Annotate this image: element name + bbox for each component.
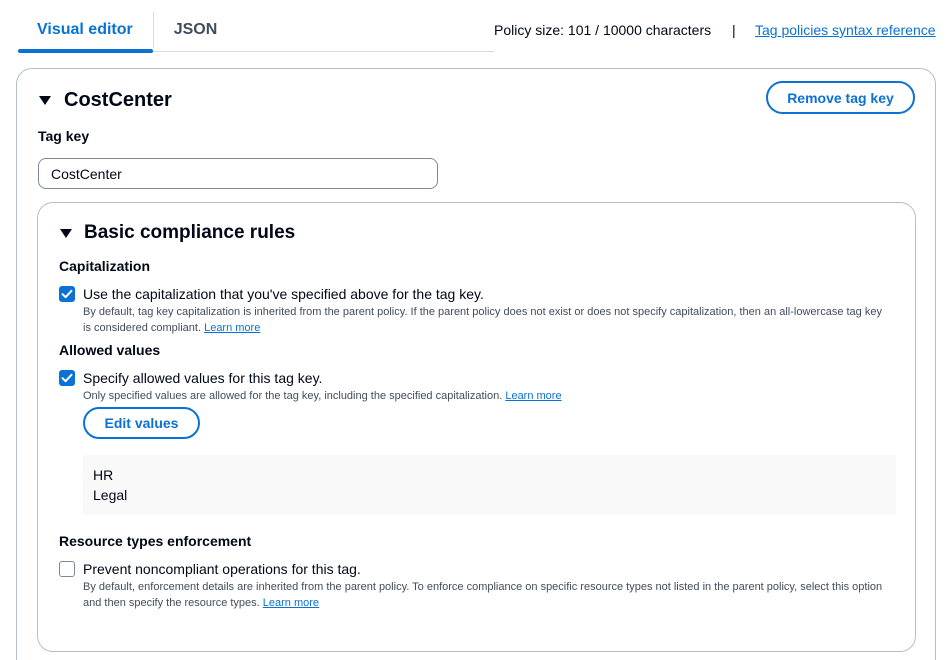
tab-json[interactable]: JSON (154, 8, 238, 52)
separator: | (732, 22, 736, 38)
capitalization-checkbox-label: Use the capitalization that you've speci… (83, 286, 484, 302)
editor-tabs: Visual editor JSON (18, 8, 494, 53)
allowed-values-description-text: Only specified values are allowed for th… (83, 390, 503, 402)
capitalization-checkbox[interactable] (59, 286, 75, 302)
tag-key-title: CostCenter (64, 89, 172, 111)
tab-visual-editor[interactable]: Visual editor (18, 12, 154, 53)
syntax-reference-link[interactable]: Tag policies syntax reference (755, 22, 936, 38)
allowed-values-label: Allowed values (59, 342, 161, 358)
tag-key-container: CostCenter Remove tag key Tag key Basic … (16, 68, 936, 660)
enforcement-description-text: By default, enforcement details are inhe… (83, 581, 883, 609)
capitalization-learn-more-link[interactable]: Learn more (204, 322, 260, 334)
enforcement-checkbox-label: Prevent noncompliant operations for this… (83, 561, 361, 577)
allowed-values-checkbox[interactable] (59, 370, 75, 386)
allowed-value-item: Legal (93, 487, 128, 503)
allowed-values-learn-more-link[interactable]: Learn more (505, 390, 561, 402)
allowed-values-checkbox-label: Specify allowed values for this tag key. (83, 370, 323, 386)
enforcement-option: Prevent noncompliant operations for this… (59, 560, 361, 578)
capitalization-label: Capitalization (59, 258, 151, 274)
enforcement-label: Resource types enforcement (59, 533, 252, 549)
policy-size-text: Policy size: 101 / 10000 characters (494, 22, 712, 38)
capitalization-option: Use the capitalization that you've speci… (59, 285, 484, 303)
allowed-values-description: Only specified values are allowed for th… (83, 388, 883, 404)
allowed-value-item: HR (93, 467, 114, 483)
allowed-values-list: HR Legal (83, 455, 896, 515)
edit-values-button[interactable]: Edit values (83, 407, 200, 439)
caret-down-icon (39, 96, 51, 105)
compliance-rules-expander[interactable]: Basic compliance rules (60, 222, 295, 244)
check-icon (61, 373, 73, 383)
enforcement-learn-more-link[interactable]: Learn more (263, 597, 319, 609)
caret-down-icon (60, 228, 72, 238)
capitalization-description: By default, tag key capitalization is in… (83, 304, 883, 336)
tag-key-input[interactable] (38, 158, 438, 189)
tag-key-expander[interactable]: CostCenter (39, 89, 172, 112)
compliance-rules-title: Basic compliance rules (84, 222, 296, 243)
tag-key-label: Tag key (38, 128, 90, 144)
allowed-values-option: Specify allowed values for this tag key. (59, 369, 322, 387)
compliance-rules-container: Basic compliance rules Capitalization Us… (37, 202, 916, 652)
capitalization-description-text: By default, tag key capitalization is in… (83, 306, 882, 334)
enforcement-checkbox[interactable] (59, 561, 75, 577)
check-icon (61, 289, 73, 299)
remove-tag-key-button[interactable]: Remove tag key (766, 81, 915, 114)
enforcement-description: By default, enforcement details are inhe… (83, 579, 883, 611)
